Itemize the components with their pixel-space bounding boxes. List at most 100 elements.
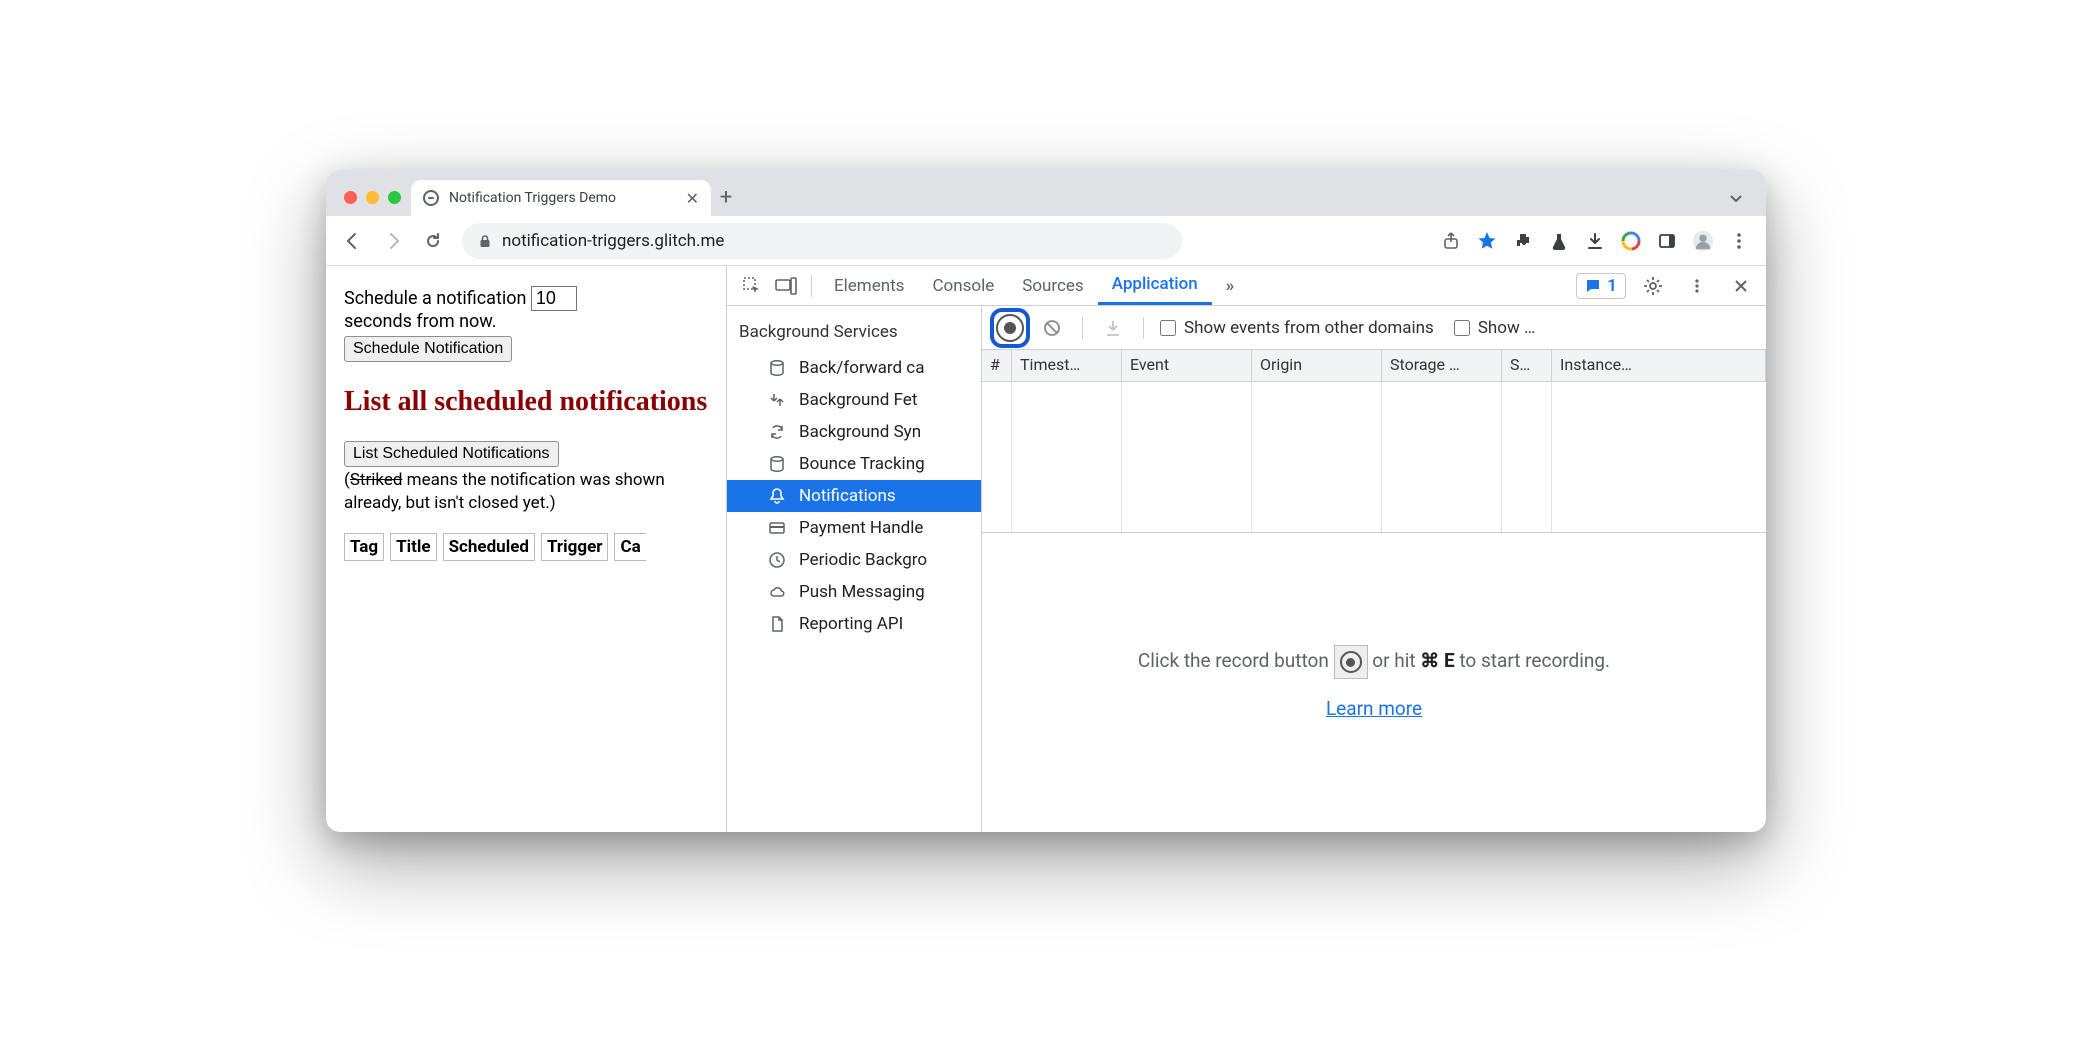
content-area: Schedule a notification seconds from now… <box>326 266 1766 832</box>
close-devtools-icon[interactable] <box>1724 269 1758 303</box>
share-icon[interactable] <box>1440 230 1462 252</box>
sidebar-group-title: Background Services <box>727 316 981 352</box>
sidebar-item-push[interactable]: Push Messaging <box>727 576 981 608</box>
record-button[interactable] <box>996 314 1024 342</box>
issues-chip[interactable]: 1 <box>1576 273 1626 299</box>
tab-strip: Notification Triggers Demo ✕ + <box>326 170 1766 216</box>
window-controls <box>334 191 411 216</box>
sidepanel-icon[interactable] <box>1656 230 1678 252</box>
sync-icon <box>767 423 787 441</box>
col-timestamp[interactable]: Timest… <box>1012 350 1122 381</box>
file-icon <box>767 615 787 633</box>
col-storage[interactable]: Storage … <box>1382 350 1502 381</box>
clock-icon <box>767 551 787 569</box>
save-icon[interactable] <box>1099 314 1127 342</box>
col-num[interactable]: # <box>982 350 1012 381</box>
striked-note: (Striked means the notification was show… <box>344 469 708 515</box>
th-scheduled: Scheduled <box>443 533 535 561</box>
browser-toolbar: notification-triggers.glitch.me <box>326 216 1766 266</box>
record-icon <box>1334 645 1368 679</box>
col-event[interactable]: Event <box>1122 350 1252 381</box>
downloads-icon[interactable] <box>1584 230 1606 252</box>
database-icon <box>767 455 787 473</box>
clear-icon[interactable] <box>1038 314 1066 342</box>
empty-message: Click the record button or hit ⌘ E to st… <box>1138 645 1610 679</box>
sidebar-item-bgsync[interactable]: Background Syn <box>727 416 981 448</box>
database-icon <box>767 359 787 377</box>
th-title: Title <box>390 533 436 561</box>
sidebar-item-periodic[interactable]: Periodic Backgro <box>727 544 981 576</box>
globe-icon <box>423 190 439 206</box>
events-table-header: # Timest… Event Origin Storage … S… Inst… <box>982 350 1766 382</box>
th-trigger: Trigger <box>541 533 609 561</box>
tab-application[interactable]: Application <box>1098 266 1212 305</box>
page-table-header: Tag Title Scheduled Trigger Ca <box>344 533 708 561</box>
sidebar-item-bfcache[interactable]: Back/forward ca <box>727 352 981 384</box>
browser-tab[interactable]: Notification Triggers Demo ✕ <box>411 180 711 216</box>
close-window-button[interactable] <box>344 191 357 204</box>
issues-count: 1 <box>1607 276 1617 296</box>
th-more: Ca <box>614 533 645 561</box>
inspect-element-icon[interactable] <box>735 269 769 303</box>
bell-icon <box>767 487 787 505</box>
seconds-input[interactable] <box>531 286 577 311</box>
learn-more-link[interactable]: Learn more <box>1326 697 1422 720</box>
schedule-label-pre: Schedule a notification <box>344 288 526 309</box>
schedule-label-post: seconds from now. <box>344 311 708 332</box>
show-other-domains-checkbox[interactable]: Show events from other domains <box>1160 318 1434 338</box>
cloud-icon <box>767 583 787 601</box>
kebab-menu-icon[interactable] <box>1728 230 1750 252</box>
close-tab-icon[interactable]: ✕ <box>686 189 699 208</box>
devtools-tabbar: Elements Console Sources Application » 1 <box>727 266 1766 306</box>
labs-icon[interactable] <box>1548 230 1570 252</box>
bookmark-star-icon[interactable] <box>1476 230 1498 252</box>
new-tab-button[interactable]: + <box>711 185 741 216</box>
google-icon[interactable] <box>1620 230 1642 252</box>
tab-console[interactable]: Console <box>918 266 1008 305</box>
extensions-icon[interactable] <box>1512 230 1534 252</box>
tabs-dropdown-icon[interactable] <box>1728 190 1758 216</box>
sidebar-item-bgfetch[interactable]: Background Fet <box>727 384 981 416</box>
list-notifications-button[interactable]: List Scheduled Notifications <box>344 441 559 467</box>
tabs-overflow[interactable]: » <box>1212 266 1249 305</box>
minimize-window-button[interactable] <box>366 191 379 204</box>
recording-toolbar: Show events from other domains Show … <box>982 306 1766 350</box>
sidebar-item-payment[interactable]: Payment Handle <box>727 512 981 544</box>
sidebar-item-notifications[interactable]: Notifications <box>727 480 981 512</box>
page-heading: List all scheduled notifications <box>344 384 708 419</box>
settings-gear-icon[interactable] <box>1636 269 1670 303</box>
toolbar-right <box>1440 230 1756 252</box>
chat-icon <box>1585 278 1601 294</box>
col-instance[interactable]: Instance… <box>1552 350 1766 381</box>
devtools-panel: Elements Console Sources Application » 1 <box>726 266 1766 832</box>
fetch-icon <box>767 391 787 409</box>
device-toolbar-icon[interactable] <box>769 269 803 303</box>
devtools-sidebar: Background Services Back/forward ca Back… <box>727 306 982 832</box>
tab-elements[interactable]: Elements <box>820 266 918 305</box>
col-scope[interactable]: S… <box>1502 350 1552 381</box>
schedule-button[interactable]: Schedule Notification <box>344 336 512 362</box>
address-bar[interactable]: notification-triggers.glitch.me <box>462 223 1182 259</box>
back-button[interactable] <box>336 224 370 258</box>
reload-button[interactable] <box>416 224 450 258</box>
record-button-highlight <box>990 308 1030 348</box>
web-page: Schedule a notification seconds from now… <box>326 266 726 832</box>
empty-state: Click the record button or hit ⌘ E to st… <box>982 532 1766 832</box>
col-origin[interactable]: Origin <box>1252 350 1382 381</box>
sidebar-item-reporting[interactable]: Reporting API <box>727 608 981 640</box>
maximize-window-button[interactable] <box>388 191 401 204</box>
profile-avatar-icon[interactable] <box>1692 230 1714 252</box>
th-tag: Tag <box>344 533 384 561</box>
forward-button[interactable] <box>376 224 410 258</box>
schedule-row: Schedule a notification seconds from now… <box>344 286 708 332</box>
tab-title: Notification Triggers Demo <box>449 190 616 206</box>
browser-window: Notification Triggers Demo ✕ + notificat… <box>326 170 1766 832</box>
lock-icon <box>478 234 492 248</box>
show-truncated-checkbox[interactable]: Show … <box>1454 318 1536 338</box>
card-icon <box>767 519 787 537</box>
tab-sources[interactable]: Sources <box>1008 266 1097 305</box>
devtools-main: Show events from other domains Show … # … <box>982 306 1766 832</box>
url-text: notification-triggers.glitch.me <box>502 231 724 251</box>
sidebar-item-bounce[interactable]: Bounce Tracking <box>727 448 981 480</box>
devtools-kebab-icon[interactable] <box>1680 269 1714 303</box>
